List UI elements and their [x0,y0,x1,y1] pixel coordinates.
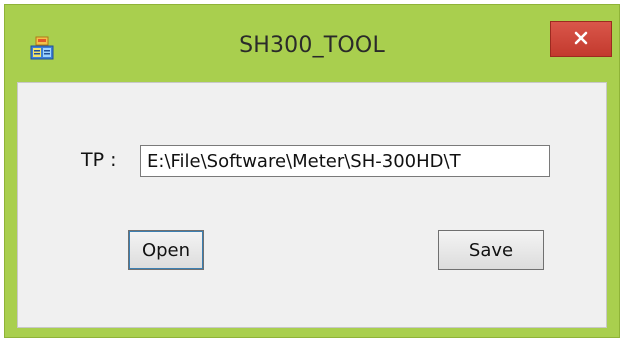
save-button[interactable]: Save [438,230,544,270]
close-button[interactable] [550,21,612,57]
title-bar[interactable]: SH300_TOOL [5,5,619,83]
open-button[interactable]: Open [128,230,204,270]
window-title: SH300_TOOL [239,33,385,58]
client-area: TP : Open Save [17,82,607,328]
dialog-window: SH300_TOOL TP : Open Save [4,4,620,338]
tp-path-input[interactable] [140,145,550,177]
tp-label: TP : [81,149,117,171]
close-icon [574,30,588,49]
